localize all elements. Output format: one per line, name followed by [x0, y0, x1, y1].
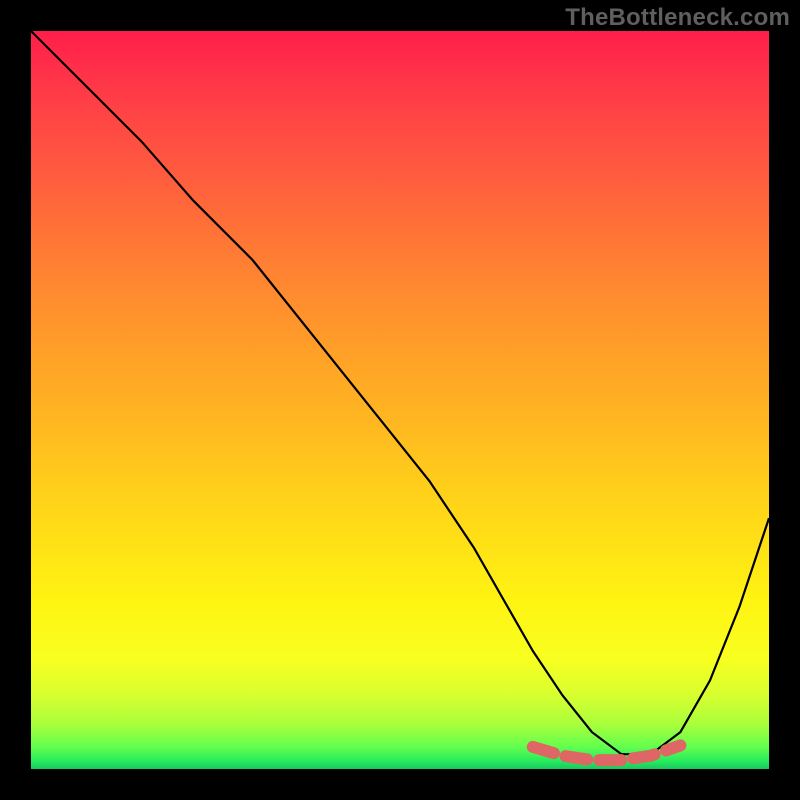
- plot-area: [31, 31, 769, 769]
- curve-svg: [31, 31, 769, 769]
- bottleneck-curve: [31, 31, 769, 754]
- chart-frame: TheBottleneck.com: [0, 0, 800, 800]
- watermark-text: TheBottleneck.com: [565, 4, 790, 32]
